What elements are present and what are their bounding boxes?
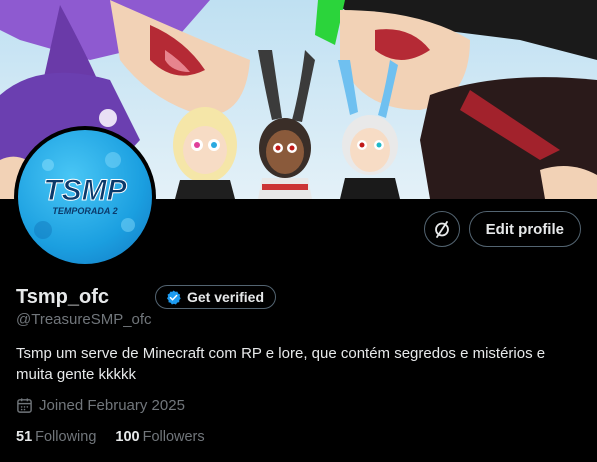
avatar-logo: TSMP TEMPORADA 2 — [34, 152, 135, 239]
followers-link[interactable]: 100 Followers — [115, 429, 204, 445]
followers-count: 100 — [115, 429, 140, 445]
circle-slash-icon — [434, 221, 449, 238]
avatar-image: TSMP TEMPORADA 2 — [18, 130, 152, 264]
edit-profile-button[interactable]: Edit profile — [468, 211, 581, 247]
profile-actions: Edit profile — [423, 211, 581, 247]
verified-badge-icon — [167, 290, 181, 305]
follow-stats: 51 Following 100 Followers — [16, 429, 205, 445]
unlink-button[interactable] — [423, 211, 460, 247]
avatar-logo-title: TSMP — [43, 174, 127, 207]
following-label: Following — [35, 429, 97, 445]
followers-label: Followers — [142, 429, 205, 445]
joined-text: Joined February 2025 — [39, 397, 185, 414]
calendar-icon — [17, 398, 32, 413]
joined-date: Joined February 2025 — [16, 397, 185, 414]
avatar-logo-subtitle: TEMPORADA 2 — [52, 206, 117, 216]
get-verified-button[interactable]: Get verified — [154, 285, 277, 309]
display-name: Tsmp_ofc — [16, 285, 109, 308]
user-handle: @TreasureSMP_ofc — [16, 311, 152, 328]
profile-avatar[interactable]: TSMP TEMPORADA 2 — [14, 126, 156, 268]
get-verified-label: Get verified — [186, 289, 265, 305]
following-link[interactable]: 51 Following — [16, 429, 96, 445]
profile-bio: Tsmp um serve de Minecraft com RP e lore… — [16, 345, 546, 383]
name-row: Tsmp_ofc Get verified — [16, 285, 277, 309]
following-count: 51 — [16, 429, 33, 445]
